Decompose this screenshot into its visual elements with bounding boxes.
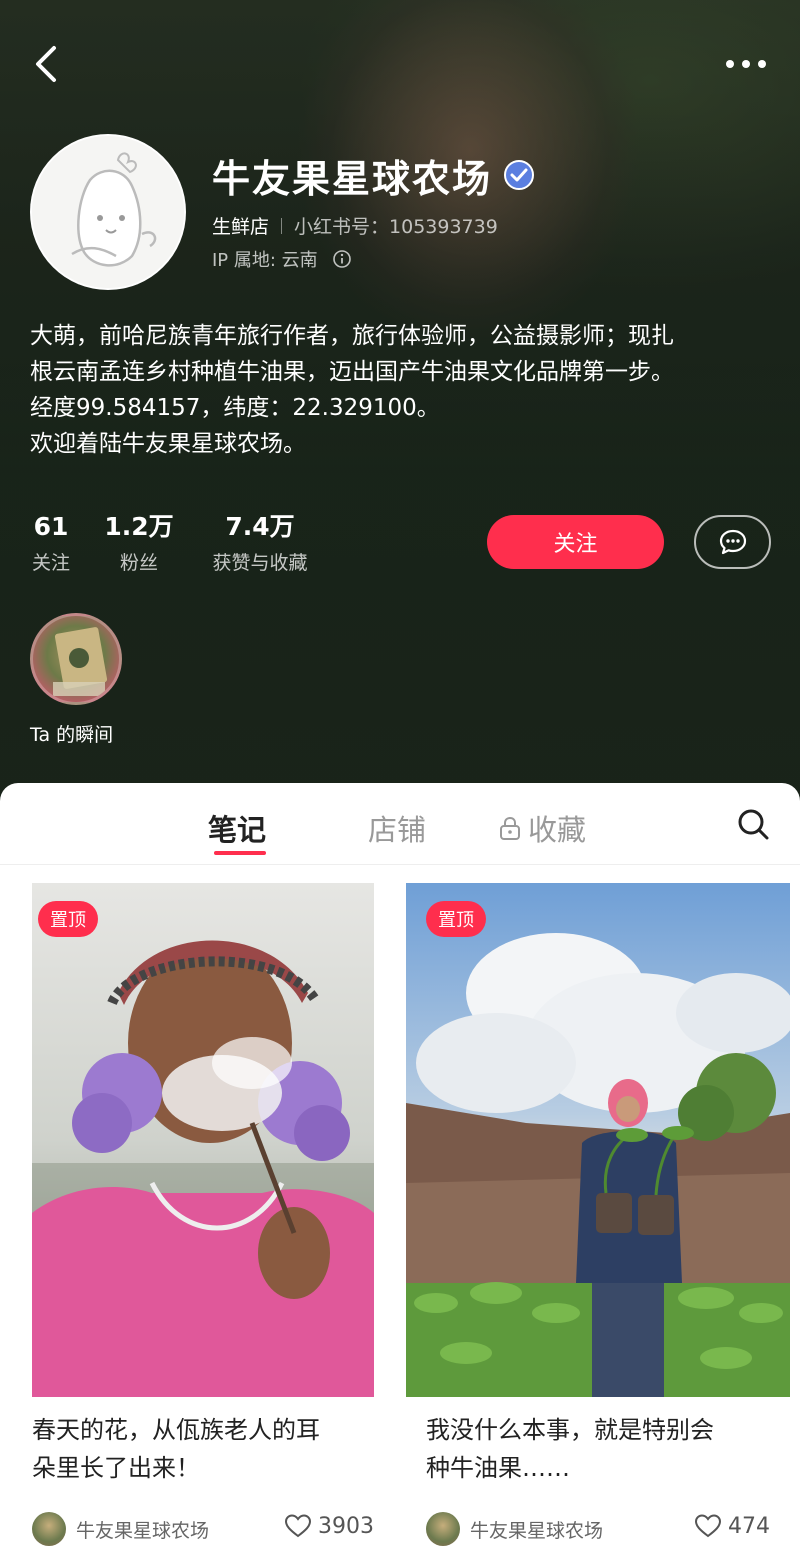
author-name[interactable]: 牛友果星球农场 xyxy=(470,1516,603,1543)
heart-icon xyxy=(284,1514,312,1538)
more-dots-icon xyxy=(726,60,766,68)
like-count: 3903 xyxy=(318,1513,374,1539)
cover-photo xyxy=(32,883,374,1397)
active-tab-indicator xyxy=(214,851,266,855)
cover-photo xyxy=(406,883,790,1397)
stat-number: 61 xyxy=(33,512,69,541)
tab-shop[interactable]: 店铺 xyxy=(368,807,426,849)
bio-line: 大萌，前哈尼族青年旅行作者，旅行体验师，公益摄影师；现扎 xyxy=(30,323,674,349)
moment-thumbnail[interactable] xyxy=(30,613,122,705)
search-button[interactable] xyxy=(736,807,770,841)
tab-label: 店铺 xyxy=(368,813,427,847)
profile-bio: 大萌，前哈尼族青年旅行作者，旅行体验师，公益摄影师；现扎 根云南孟连乡村种植牛油… xyxy=(30,318,770,462)
stat-label: 获赞与收藏 xyxy=(212,552,308,574)
pinned-badge: 置顶 xyxy=(426,901,486,937)
note-footer: 牛友果星球农场 474 xyxy=(426,1509,770,1549)
ip-location: IP 属地: 云南 xyxy=(212,250,318,271)
stat-label: 关注 xyxy=(31,552,70,574)
profile-name-row: 牛友果星球农场 xyxy=(212,150,535,201)
like-button[interactable]: 474 xyxy=(694,1513,770,1539)
account-id: 小红书号：105393739 xyxy=(294,216,498,238)
chat-bubble-icon xyxy=(719,529,746,555)
message-button[interactable] xyxy=(694,515,771,569)
heart-icon xyxy=(694,1514,722,1538)
search-icon xyxy=(738,809,769,840)
info-icon[interactable] xyxy=(332,249,352,269)
stat-following[interactable]: 61 关注 xyxy=(30,510,72,575)
account-type: 生鲜店 xyxy=(212,216,270,238)
stat-label: 粉丝 xyxy=(119,552,158,574)
note-title-line: 春天的花，从佤族老人的耳 xyxy=(32,1416,320,1444)
profile-meta-row: 生鲜店 小红书号：105393739 xyxy=(212,212,498,239)
bio-line: 经度99.584157，纬度：22.329100。 xyxy=(30,395,440,421)
avatar-mascot-image xyxy=(32,136,184,288)
author-name[interactable]: 牛友果星球农场 xyxy=(76,1516,209,1543)
stat-likes-collections[interactable]: 7.4万 获赞与收藏 xyxy=(204,510,316,575)
follow-button[interactable]: 关注 xyxy=(487,515,664,569)
stat-number: 1.2万 xyxy=(104,512,174,541)
note-title-line: 我没什么本事，就是特别会 xyxy=(426,1416,714,1444)
tab-label: 笔记 xyxy=(208,813,267,847)
stat-number: 7.4万 xyxy=(225,512,295,541)
tab-bar: 笔记 店铺 收藏 xyxy=(0,783,800,865)
bio-line: 欢迎着陆牛友果星球农场。 xyxy=(30,431,306,457)
note-card[interactable]: 置顶 春天的花，从佤族老人的耳 朵里长了出来！ 牛友果星球农场 3903 xyxy=(32,883,374,1546)
profile-name: 牛友果星球农场 xyxy=(212,156,493,201)
note-title-line: 种牛油果…… xyxy=(426,1454,570,1482)
like-count: 474 xyxy=(728,1513,770,1539)
tab-label: 收藏 xyxy=(528,813,587,847)
verified-badge-icon xyxy=(504,160,535,190)
notes-panel: 笔记 店铺 收藏 置顶 春天的花，从佤族老人的耳 朵里长了出来！ 牛友果星球农场… xyxy=(0,783,800,1561)
pinned-badge: 置顶 xyxy=(38,901,98,937)
bio-line: 根云南孟连乡村种植牛油果，迈出国产牛油果文化品牌第一步。 xyxy=(30,359,674,385)
chevron-left-icon xyxy=(36,46,56,82)
back-button[interactable] xyxy=(28,42,68,86)
like-button[interactable]: 3903 xyxy=(284,1513,374,1539)
note-cover-image[interactable]: 置顶 xyxy=(32,883,374,1397)
tab-collections[interactable]: 收藏 xyxy=(498,807,586,849)
note-title-line: 朵里长了出来！ xyxy=(32,1454,200,1482)
top-bar xyxy=(0,30,800,100)
note-title[interactable]: 春天的花，从佤族老人的耳 朵里长了出来！ xyxy=(32,1411,374,1487)
note-cover-image[interactable]: 置顶 xyxy=(406,883,790,1397)
lock-icon xyxy=(500,816,520,840)
note-card[interactable]: 置顶 我没什么本事，就是特别会 种牛油果…… 牛友果星球农场 474 xyxy=(406,883,790,1546)
note-title[interactable]: 我没什么本事，就是特别会 种牛油果…… xyxy=(406,1411,790,1487)
ip-location-row: IP 属地: 云南 xyxy=(212,246,352,272)
meta-divider xyxy=(281,217,283,234)
tab-notes[interactable]: 笔记 xyxy=(208,807,266,849)
author-avatar[interactable] xyxy=(32,1512,66,1546)
profile-avatar[interactable] xyxy=(30,134,186,290)
stat-followers[interactable]: 1.2万 粉丝 xyxy=(104,510,174,575)
note-footer: 牛友果星球农场 3903 xyxy=(32,1509,374,1549)
moments-label: Ta 的瞬间 xyxy=(30,724,114,746)
more-button[interactable] xyxy=(722,44,772,84)
author-avatar[interactable] xyxy=(426,1512,460,1546)
